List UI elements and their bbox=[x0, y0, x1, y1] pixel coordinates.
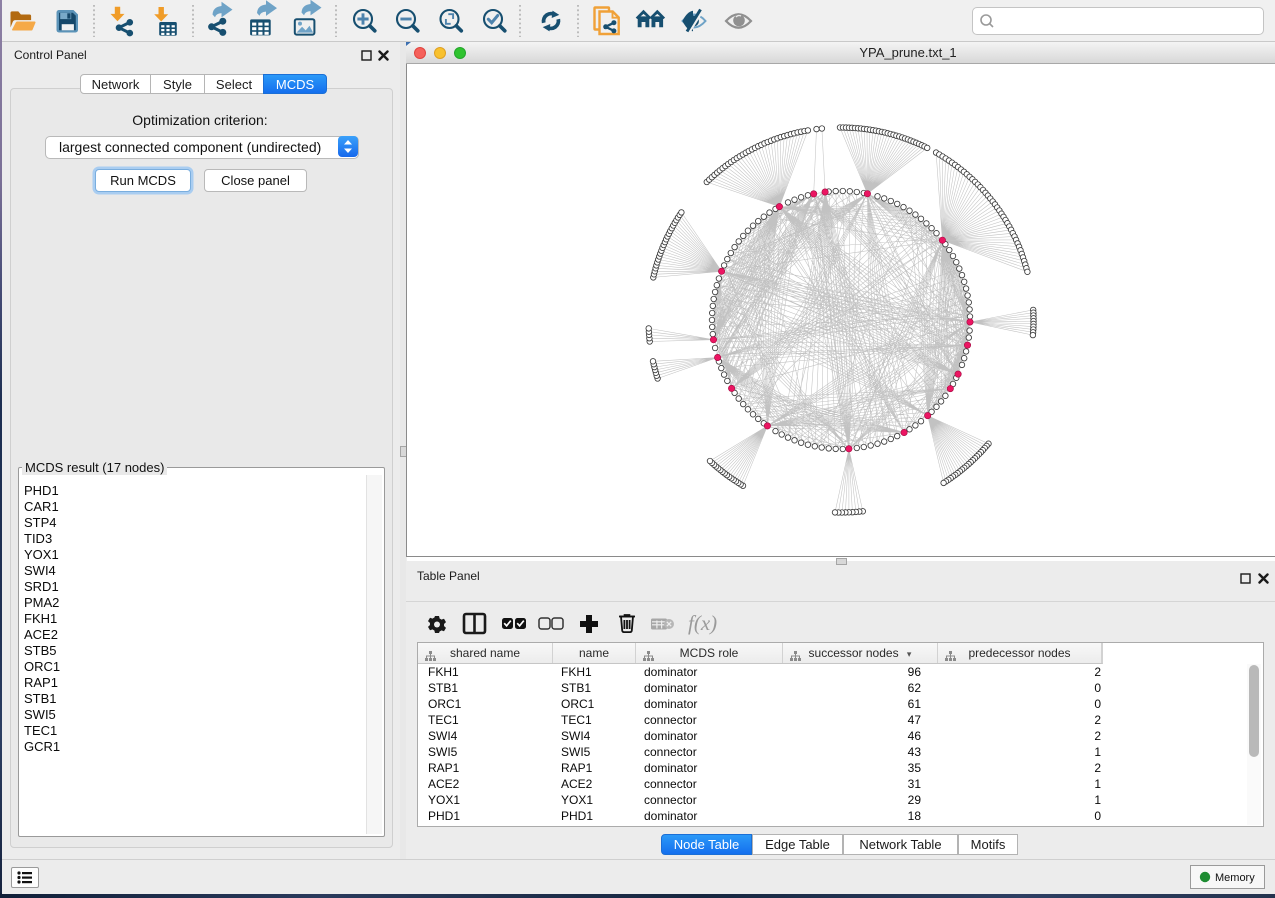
svg-text:Memory: Memory bbox=[1215, 872, 1255, 884]
svg-text:f(x): f(x) bbox=[688, 611, 717, 635]
